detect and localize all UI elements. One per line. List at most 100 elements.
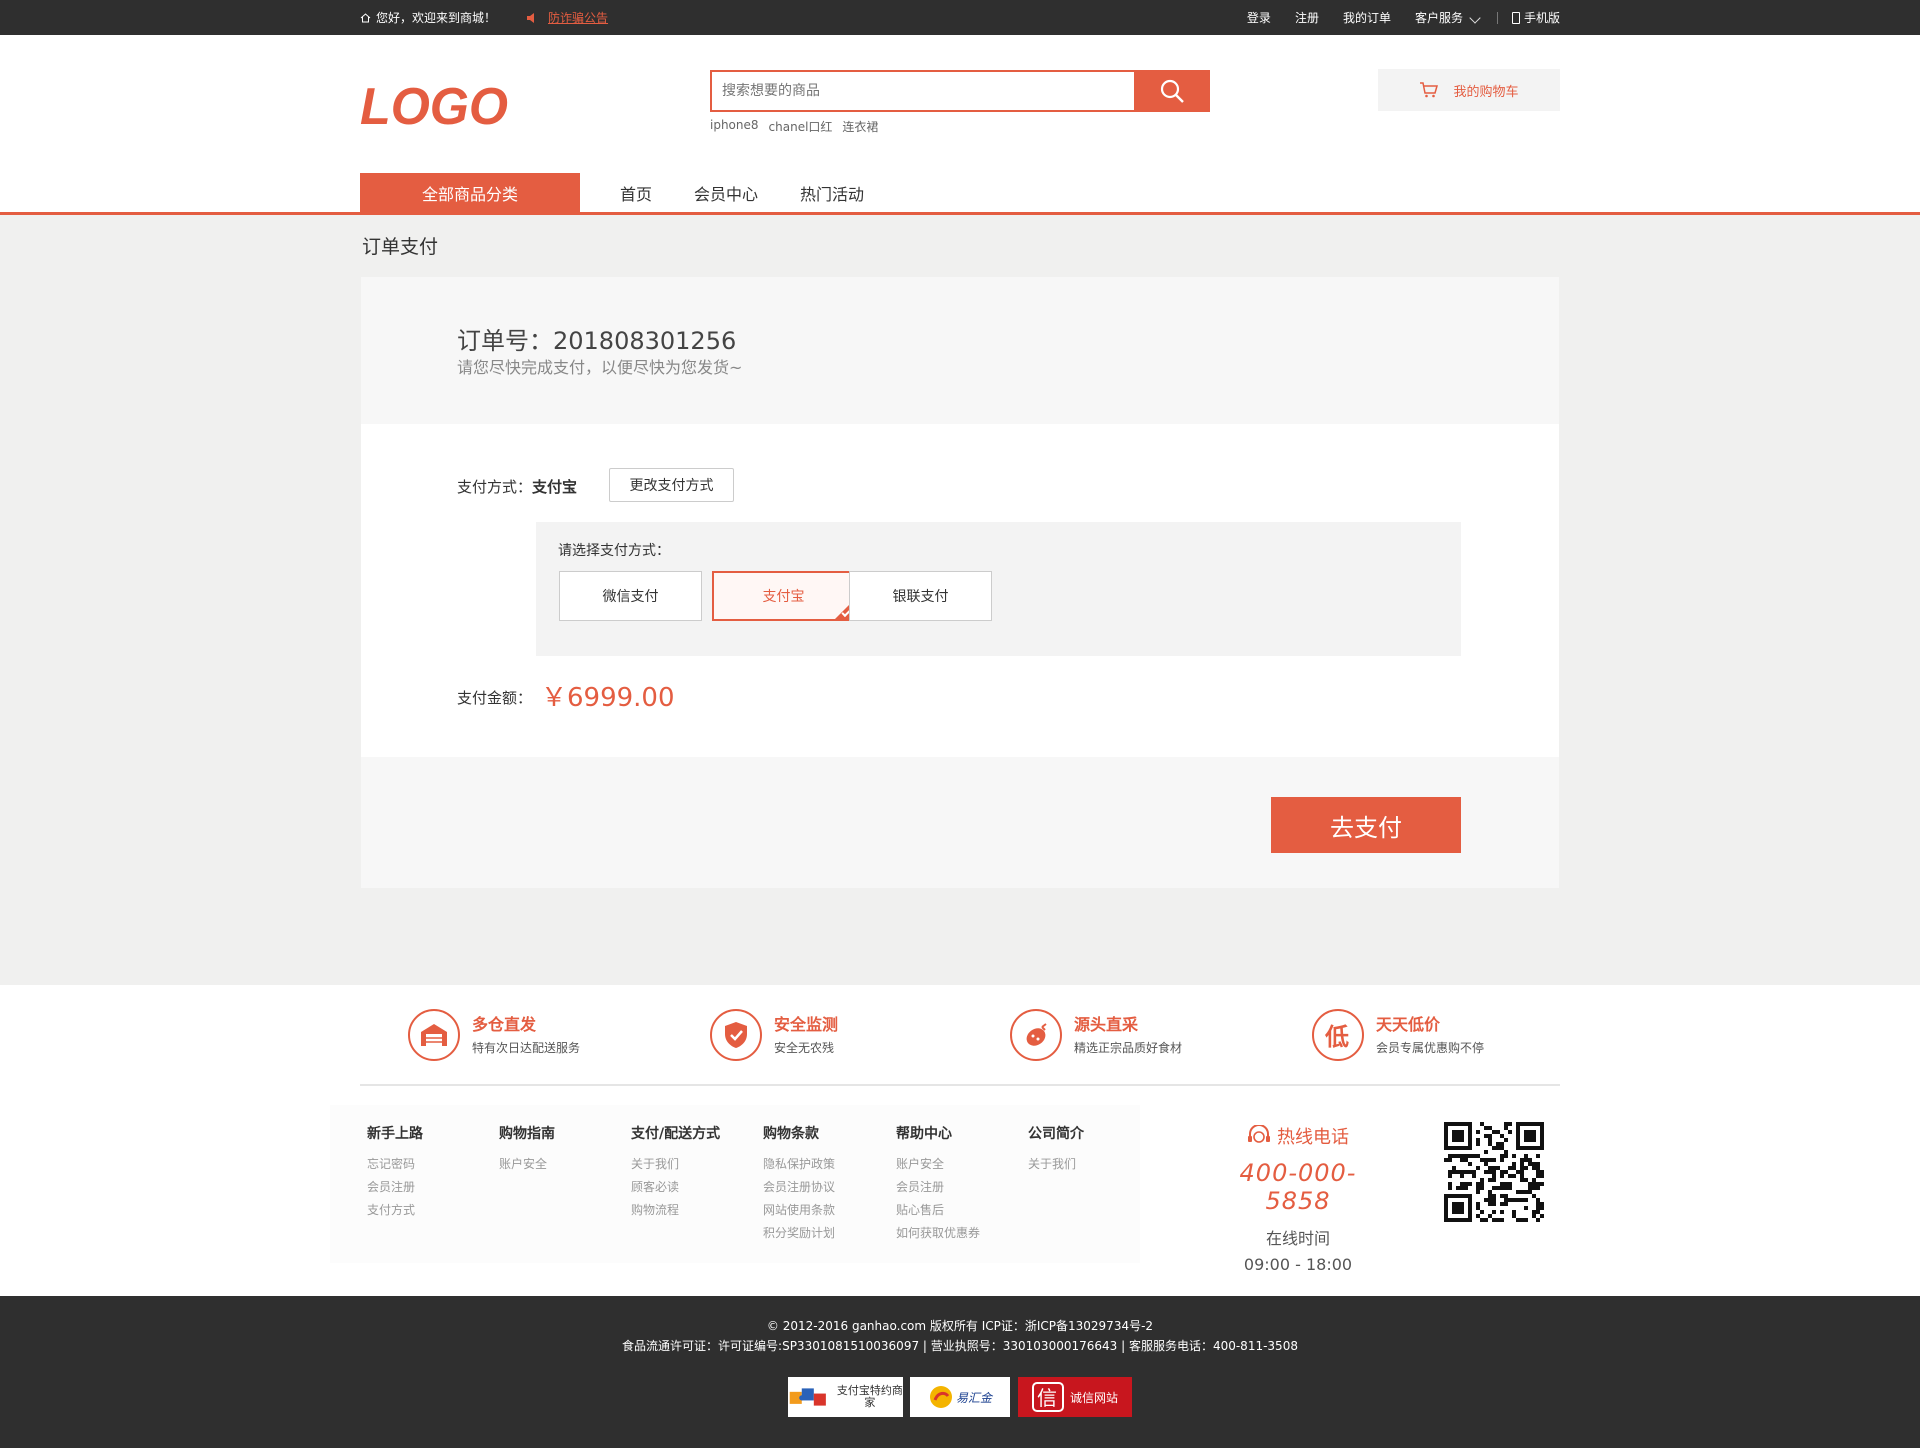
mobile-link[interactable]: 手机版 <box>1511 9 1560 26</box>
hotline-number: 400-000-5858 <box>1239 1159 1357 1215</box>
logo-text: LOGO <box>360 82 508 132</box>
footer-link[interactable]: 网站使用条款 <box>763 1199 835 1222</box>
hotword[interactable]: iphone8 <box>710 118 759 135</box>
footer-column: 购物指南 账户安全 <box>499 1123 555 1176</box>
pay-method-value: 支付宝 <box>532 478 578 496</box>
feature-divider <box>360 1084 1560 1086</box>
pay-option-wechat[interactable]: 微信支付 <box>559 571 702 621</box>
alipay-merchant-badge[interactable]: 支付宝特约商家 <box>788 1377 903 1417</box>
yihuijin-logo-icon <box>929 1386 952 1408</box>
copyright-text: © 2012-2016 ganhao.com 版权所有 ICP证：浙ICP备13… <box>766 1319 1154 1333</box>
footer-link[interactable]: 积分奖励计划 <box>763 1222 835 1245</box>
footer-column: 帮助中心 账户安全 会员注册 贴心售后 如何获取优惠券 <box>896 1123 980 1245</box>
pay-option-label: 支付宝 <box>762 589 805 605</box>
svg-text:低: 低 <box>1324 1023 1349 1050</box>
register-link[interactable]: 注册 <box>1295 9 1319 26</box>
warehouse-icon <box>408 1009 460 1061</box>
change-pay-method-button[interactable]: 更改支付方式 <box>609 468 734 502</box>
pay-option-unionpay[interactable]: 银联支付 <box>849 571 992 621</box>
divider <box>1496 11 1498 24</box>
footer-link[interactable]: 会员注册 <box>367 1176 423 1199</box>
top-bar: 您好，欢迎来到商城！ 防诈骗公告 登录 注册 我的订单 客户服务 手机版 <box>0 0 1920 35</box>
mobile-label: 手机版 <box>1523 11 1560 25</box>
go-pay-button[interactable]: 去支付 <box>1271 797 1461 853</box>
order-number: 订单号：201808301256 <box>457 327 737 355</box>
hotword[interactable]: 连衣裙 <box>842 118 878 135</box>
phone-icon <box>1511 12 1520 24</box>
yihuijin-badge[interactable]: 易汇金 <box>910 1377 1010 1417</box>
chevron-down-icon <box>1469 12 1481 24</box>
badge-label: 诚信网站 <box>1069 1390 1118 1405</box>
low-price-icon: 低 <box>1312 1009 1364 1061</box>
footer-link[interactable]: 关于我们 <box>1028 1153 1084 1176</box>
feature-item: 低 天天低价 会员专属优惠购不停 <box>1312 1009 1484 1061</box>
footer-column-title: 支付/配送方式 <box>631 1126 721 1142</box>
nav-home[interactable]: 首页 <box>620 181 652 205</box>
search-input[interactable] <box>712 72 1134 110</box>
amount-label: 支付金额： <box>457 689 533 707</box>
badge-label: 易汇金 <box>955 1390 992 1405</box>
qr-code <box>1444 1122 1544 1222</box>
license-text: 食品流通许可证：许可证编号:SP3301081510036097 | 营业执照号… <box>622 1339 1298 1353</box>
shield-check-icon <box>710 1009 762 1061</box>
trusted-site-badge[interactable]: 信 诚信网站 <box>1018 1377 1132 1417</box>
pay-amount: ￥6999.00 <box>541 683 675 713</box>
my-orders-link[interactable]: 我的订单 <box>1343 9 1391 26</box>
footer-column: 公司简介 关于我们 <box>1028 1123 1084 1176</box>
headset-icon <box>1248 1125 1270 1143</box>
feature-desc: 精选正宗品质好食材 <box>1074 1040 1183 1055</box>
footer-link[interactable]: 贴心售后 <box>896 1199 980 1222</box>
hotline-time: 09:00 - 18:00 <box>1243 1255 1353 1274</box>
footer-link[interactable]: 会员注册 <box>896 1176 980 1199</box>
footer-link[interactable]: 忘记密码 <box>367 1153 423 1176</box>
home-icon <box>360 12 371 23</box>
page-title: 订单支付 <box>362 236 439 258</box>
pay-option-alipay[interactable]: 支付宝 <box>712 571 855 621</box>
footer-link[interactable]: 隐私保护政策 <box>763 1153 835 1176</box>
copyright-bar: © 2012-2016 ganhao.com 版权所有 ICP证：浙ICP备13… <box>0 1296 1920 1448</box>
hotword[interactable]: chanel口红 <box>769 118 833 135</box>
nav-hot-events[interactable]: 热门活动 <box>800 181 864 205</box>
footer-column-title: 新手上路 <box>367 1126 423 1142</box>
footer-column-title: 购物指南 <box>499 1126 555 1142</box>
footer-column: 支付/配送方式 关于我们 顾客必读 购物流程 <box>631 1123 720 1222</box>
login-link[interactable]: 登录 <box>1247 9 1271 26</box>
hotline-time-label: 在线时间 <box>1265 1229 1330 1248</box>
hotline-block: 热线电话 400-000-5858 在线时间 09:00 - 18:00 <box>1218 1123 1378 1274</box>
footer-link[interactable]: 会员注册协议 <box>763 1176 835 1199</box>
footer-column-title: 购物条款 <box>763 1126 819 1142</box>
nav-member-center[interactable]: 会员中心 <box>694 181 758 205</box>
footer-link[interactable]: 关于我们 <box>631 1153 720 1176</box>
footer-link[interactable]: 购物流程 <box>631 1199 720 1222</box>
choose-pay-method-label: 请选择支付方式： <box>558 543 670 559</box>
feature-item: 安全监测 安全无农残 <box>710 1009 838 1061</box>
hot-search-words: iphone8 chanel口红 连衣裙 <box>710 118 878 135</box>
footer-link[interactable]: 账户安全 <box>896 1153 980 1176</box>
all-categories-button[interactable]: 全部商品分类 <box>360 173 580 213</box>
footer-link[interactable]: 支付方式 <box>367 1199 423 1222</box>
search-button[interactable] <box>1134 70 1210 112</box>
badge-label: 支付宝特约商家 <box>836 1384 903 1409</box>
footer-column: 新手上路 忘记密码 会员注册 支付方式 <box>367 1123 423 1222</box>
footer-link[interactable]: 如何获取优惠券 <box>896 1222 980 1245</box>
order-tip: 请您尽快完成支付，以便尽快为您发货~ <box>457 358 743 377</box>
feature-item: 源头直采 精选正宗品质好食材 <box>1010 1009 1182 1061</box>
feature-title: 多仓直发 <box>472 1014 537 1034</box>
produce-icon <box>1010 1009 1062 1061</box>
main-nav: 首页 会员中心 热门活动 <box>620 173 906 213</box>
logo[interactable]: LOGO <box>360 78 510 136</box>
footer-column: 购物条款 隐私保护政策 会员注册协议 网站使用条款 积分奖励计划 <box>763 1123 835 1245</box>
puzzle-icon <box>789 1388 826 1406</box>
search-icon <box>1160 79 1184 103</box>
anti-fraud-notice-link[interactable]: 防诈骗公告 <box>548 9 608 26</box>
cart-button[interactable]: 我的购物车 <box>1378 69 1560 111</box>
footer-link[interactable]: 账户安全 <box>499 1153 555 1176</box>
customer-service-label: 客户服务 <box>1414 11 1463 25</box>
pay-method-prefix: 支付方式： <box>457 478 533 496</box>
feature-desc: 特有次日达配送服务 <box>472 1040 581 1055</box>
cart-icon <box>1420 82 1439 98</box>
footer-link[interactable]: 顾客必读 <box>631 1176 720 1199</box>
feature-title: 安全监测 <box>774 1014 839 1034</box>
welcome-text: 您好，欢迎来到商城！ <box>376 11 497 25</box>
customer-service-menu[interactable]: 客户服务 <box>1414 9 1481 26</box>
